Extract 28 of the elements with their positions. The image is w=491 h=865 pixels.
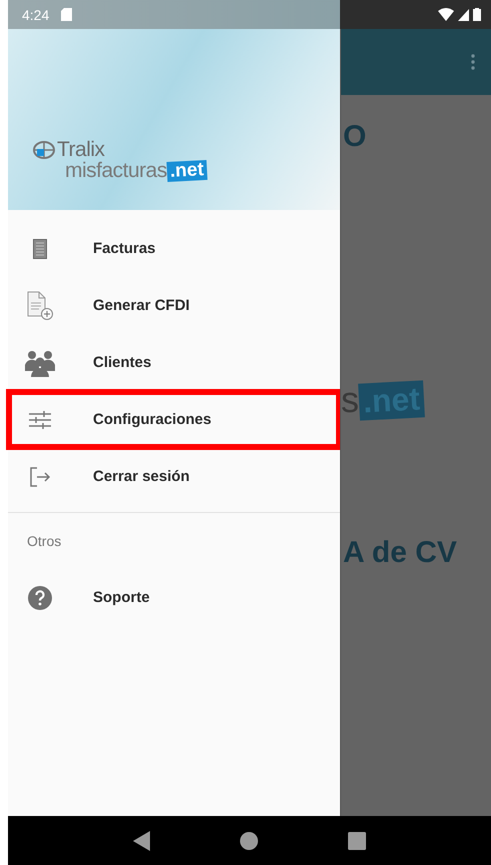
sliders-icon bbox=[29, 410, 51, 430]
wifi-icon bbox=[438, 8, 454, 21]
recents-icon[interactable] bbox=[348, 832, 366, 850]
clock-time: 4:24 bbox=[22, 6, 50, 22]
menu-item[interactable]: Configuraciones bbox=[8, 391, 340, 448]
signal-icon bbox=[458, 8, 469, 20]
battery-icon bbox=[473, 8, 481, 21]
company-name: A de CV bbox=[342, 536, 458, 570]
more-icon[interactable] bbox=[471, 54, 475, 70]
brand-name: Tralix bbox=[57, 140, 105, 160]
document-icon bbox=[33, 238, 47, 258]
section-title: Otros bbox=[26, 532, 62, 551]
help-icon bbox=[28, 586, 52, 610]
back-icon[interactable] bbox=[133, 830, 150, 850]
people-icon bbox=[25, 348, 55, 376]
product-name: misfacturas bbox=[65, 160, 167, 182]
menu-item[interactable]: Generar CFDI bbox=[8, 277, 340, 334]
menu-item[interactable]: Cerrar sesión bbox=[8, 448, 340, 505]
document-add-icon bbox=[25, 290, 55, 320]
globe-logo-icon bbox=[33, 141, 55, 159]
sd-card-icon bbox=[61, 8, 72, 21]
logo-badge: .net bbox=[166, 160, 208, 182]
logout-icon bbox=[29, 466, 51, 488]
page-heading: O bbox=[342, 120, 368, 154]
home-icon[interactable] bbox=[240, 832, 258, 850]
menu-item[interactable]: Clientes bbox=[8, 334, 340, 391]
menu-item[interactable]: Facturas bbox=[8, 220, 340, 277]
menu-item[interactable]: Soporte bbox=[8, 569, 340, 626]
